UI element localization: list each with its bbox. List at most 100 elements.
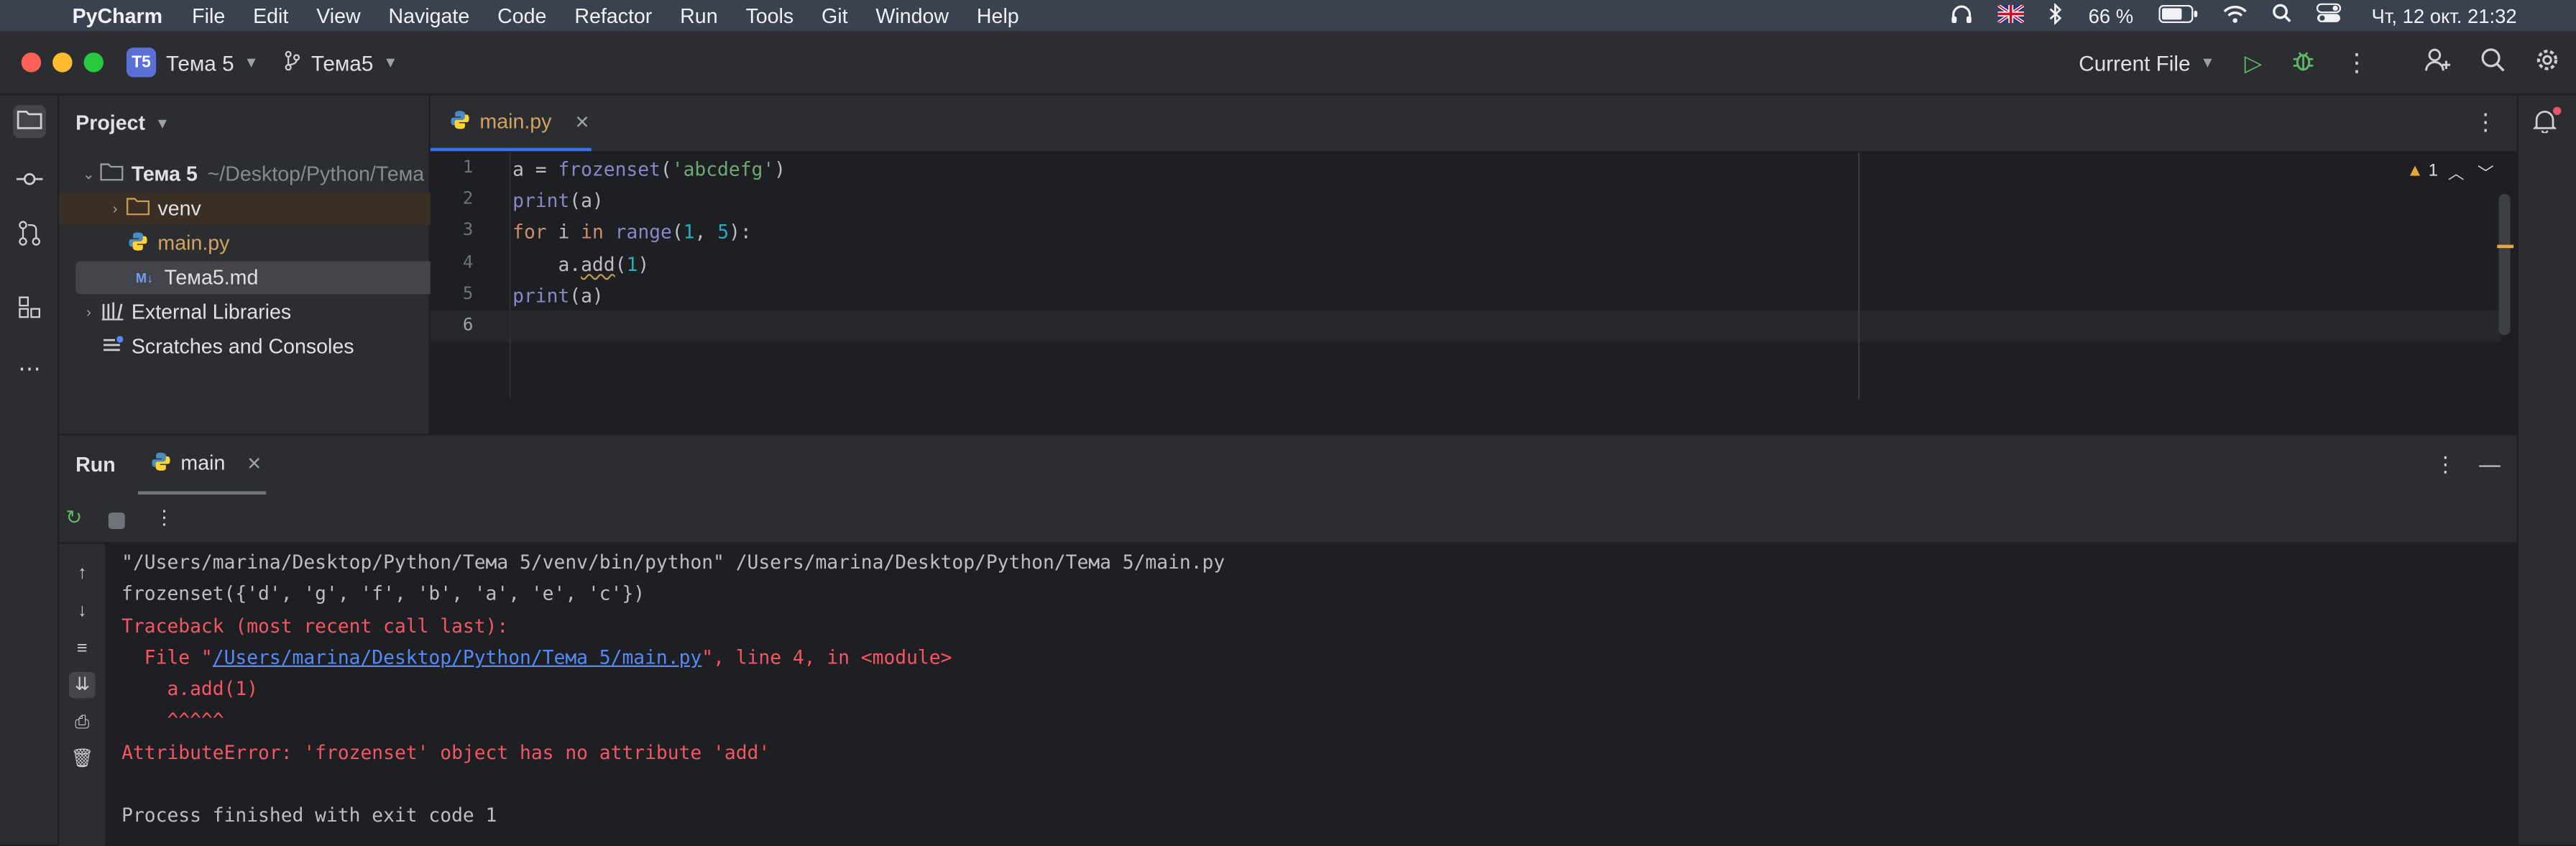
- app-name-menu[interactable]: PyCharm: [73, 4, 162, 27]
- menu-file[interactable]: File: [192, 4, 225, 27]
- console-line-command: "/Users/marina/Desktop/Python/Тема 5/ven…: [121, 550, 1225, 574]
- uk-flag-icon[interactable]: [1997, 2, 2025, 27]
- tree-item-md[interactable]: M↓ Тема5.md: [75, 261, 469, 295]
- search-everywhere-icon[interactable]: [2480, 47, 2505, 77]
- soft-wrap-icon[interactable]: ≡: [69, 636, 96, 663]
- run-icon[interactable]: ▷: [2245, 48, 2263, 76]
- menu-git[interactable]: Git: [822, 4, 848, 27]
- chevron-down-icon[interactable]: ⌄: [79, 165, 98, 183]
- menu-run[interactable]: Run: [680, 4, 717, 27]
- pycharm-window: PyCharm File Edit View Navigate Code Ref…: [0, 0, 2576, 846]
- code-line-5: print(a): [512, 284, 604, 308]
- tree-item-main-py[interactable]: main.py: [59, 226, 494, 259]
- line-number: 6: [462, 315, 474, 336]
- control-center-icon[interactable]: [2315, 3, 2341, 28]
- bluetooth-icon[interactable]: [2049, 1, 2064, 29]
- branch-name: Тема5: [310, 50, 374, 75]
- traceback-file-link[interactable]: /Users/marina/Desktop/Python/Тема 5/main…: [213, 645, 702, 668]
- minimize-panel-icon[interactable]: —: [2479, 452, 2501, 479]
- project-tool-icon[interactable]: [13, 105, 46, 138]
- python-file-icon: [151, 451, 170, 475]
- pull-requests-icon[interactable]: [13, 220, 46, 253]
- tree-item-label: Тема5.md: [164, 266, 259, 290]
- inspection-widget[interactable]: ▲ 1: [2406, 161, 2438, 180]
- add-user-icon[interactable]: [2425, 47, 2452, 77]
- more-actions-icon[interactable]: ⋮: [2345, 47, 2369, 78]
- tree-item-label: External Libraries: [131, 300, 292, 324]
- project-widget[interactable]: T5 Тема 5 ▼: [126, 47, 259, 78]
- more-options-icon[interactable]: ⋮: [2434, 452, 2456, 479]
- line-number: 3: [462, 220, 474, 240]
- project-panel-header[interactable]: Project ▼: [59, 96, 428, 152]
- scroll-down-icon[interactable]: ↓: [69, 598, 96, 625]
- menu-tools[interactable]: Tools: [745, 4, 794, 27]
- console-line-output: frozenset({'d', 'g', 'f', 'b', 'a', 'e',…: [121, 581, 645, 605]
- run-tab-label: main: [180, 451, 226, 475]
- scratches-icon: [98, 334, 125, 359]
- scroll-up-icon[interactable]: ↑: [69, 560, 96, 587]
- right-margin-guide: [1858, 152, 1860, 400]
- menu-window[interactable]: Window: [875, 4, 949, 27]
- menu-refactor[interactable]: Refactor: [574, 4, 652, 27]
- menu-code[interactable]: Code: [497, 4, 546, 27]
- stop-icon[interactable]: [108, 512, 125, 529]
- tab-main-py[interactable]: main.py ✕: [430, 96, 592, 152]
- vcs-branch-widget[interactable]: Тема5 ▼: [285, 50, 397, 75]
- zoom-window-button[interactable]: [83, 52, 104, 73]
- editor-tabs: main.py ✕ ⋮: [430, 95, 2517, 153]
- debug-icon[interactable]: [2292, 48, 2315, 76]
- console-line-file: File "/Users/marina/Desktop/Python/Тема …: [121, 645, 952, 668]
- run-console-output[interactable]: "/Users/marina/Desktop/Python/Тема 5/ven…: [106, 543, 2517, 846]
- more-tools-icon[interactable]: ⋯: [13, 351, 46, 385]
- code-editor[interactable]: 1 2 3 4 5 6 a = frozenset('abcdefg') pri…: [430, 152, 2517, 400]
- problem-navigation: ︿﹀: [2448, 160, 2507, 184]
- folder-icon: [125, 197, 152, 220]
- close-tab-icon[interactable]: ✕: [247, 453, 262, 474]
- run-tool-window: Run main ✕ ⋮ — ↻ ⋮ ↑ ↓ ≡ ⇊ ⎙ 🗑 "/Users/m…: [59, 433, 2517, 846]
- run-config-label: Current File: [2079, 50, 2191, 75]
- chevron-down-icon[interactable]: ﹀: [2478, 166, 2507, 184]
- console-line-carets: ^^^^^: [121, 708, 224, 732]
- tree-item-external-libraries[interactable]: › External Libraries: [59, 295, 448, 328]
- tree-root-folder[interactable]: ⌄ Тема 5 ~/Desktop/Python/Тема: [59, 157, 448, 190]
- menu-navigate[interactable]: Navigate: [388, 4, 469, 27]
- tree-item-scratches[interactable]: Scratches and Consoles: [59, 330, 468, 363]
- close-tab-icon[interactable]: ✕: [574, 111, 589, 132]
- tab-more-actions-icon[interactable]: ⋮: [2474, 109, 2497, 137]
- scroll-to-end-icon[interactable]: ⇊: [68, 671, 96, 699]
- notification-badge: [2552, 106, 2562, 115]
- menu-clock[interactable]: Чт, 12 окт. 21:32: [2372, 4, 2517, 27]
- code-line-1: a = frozenset('abcdefg'): [512, 157, 786, 181]
- headphones-icon[interactable]: [1951, 2, 1974, 29]
- tree-item-venv[interactable]: › venv: [59, 192, 475, 226]
- commit-tool-icon[interactable]: [13, 162, 46, 196]
- battery-icon[interactable]: [2158, 4, 2197, 27]
- more-options-icon[interactable]: ⋮: [155, 506, 174, 529]
- run-config-selector[interactable]: Current File ▼: [2079, 50, 2214, 75]
- battery-percent: 66 %: [2088, 4, 2134, 27]
- menu-edit[interactable]: Edit: [253, 4, 288, 27]
- warning-stripe-marker[interactable]: [2497, 244, 2514, 249]
- spotlight-search-icon[interactable]: [2271, 4, 2291, 28]
- project-badge: T5: [126, 47, 157, 78]
- rerun-icon[interactable]: ↻: [65, 506, 82, 529]
- chevron-up-icon[interactable]: ︿: [2448, 166, 2478, 184]
- warning-triangle-icon: ▲: [2406, 160, 2424, 181]
- project-panel-title: Project: [75, 111, 146, 135]
- editor-scrollbar[interactable]: [2498, 193, 2511, 336]
- window-controls: [21, 52, 104, 73]
- chevron-right-icon[interactable]: ›: [79, 304, 98, 321]
- close-window-button[interactable]: [21, 52, 42, 73]
- clear-trash-icon[interactable]: 🗑: [69, 746, 96, 773]
- print-icon[interactable]: ⎙: [69, 709, 96, 736]
- structure-tool-icon[interactable]: [13, 294, 46, 327]
- run-tab-main[interactable]: main ✕: [137, 436, 267, 495]
- chevron-right-icon[interactable]: ›: [105, 201, 124, 217]
- menu-view[interactable]: View: [316, 4, 360, 27]
- settings-gear-icon[interactable]: [2535, 47, 2559, 77]
- right-tool-window-bar: [2516, 95, 2576, 845]
- menu-help[interactable]: Help: [977, 4, 1019, 27]
- wifi-icon[interactable]: [2222, 4, 2247, 27]
- status-menus: 66 % Чт, 12 окт. 21:32: [1951, 1, 2517, 29]
- minimize-window-button[interactable]: [52, 52, 73, 73]
